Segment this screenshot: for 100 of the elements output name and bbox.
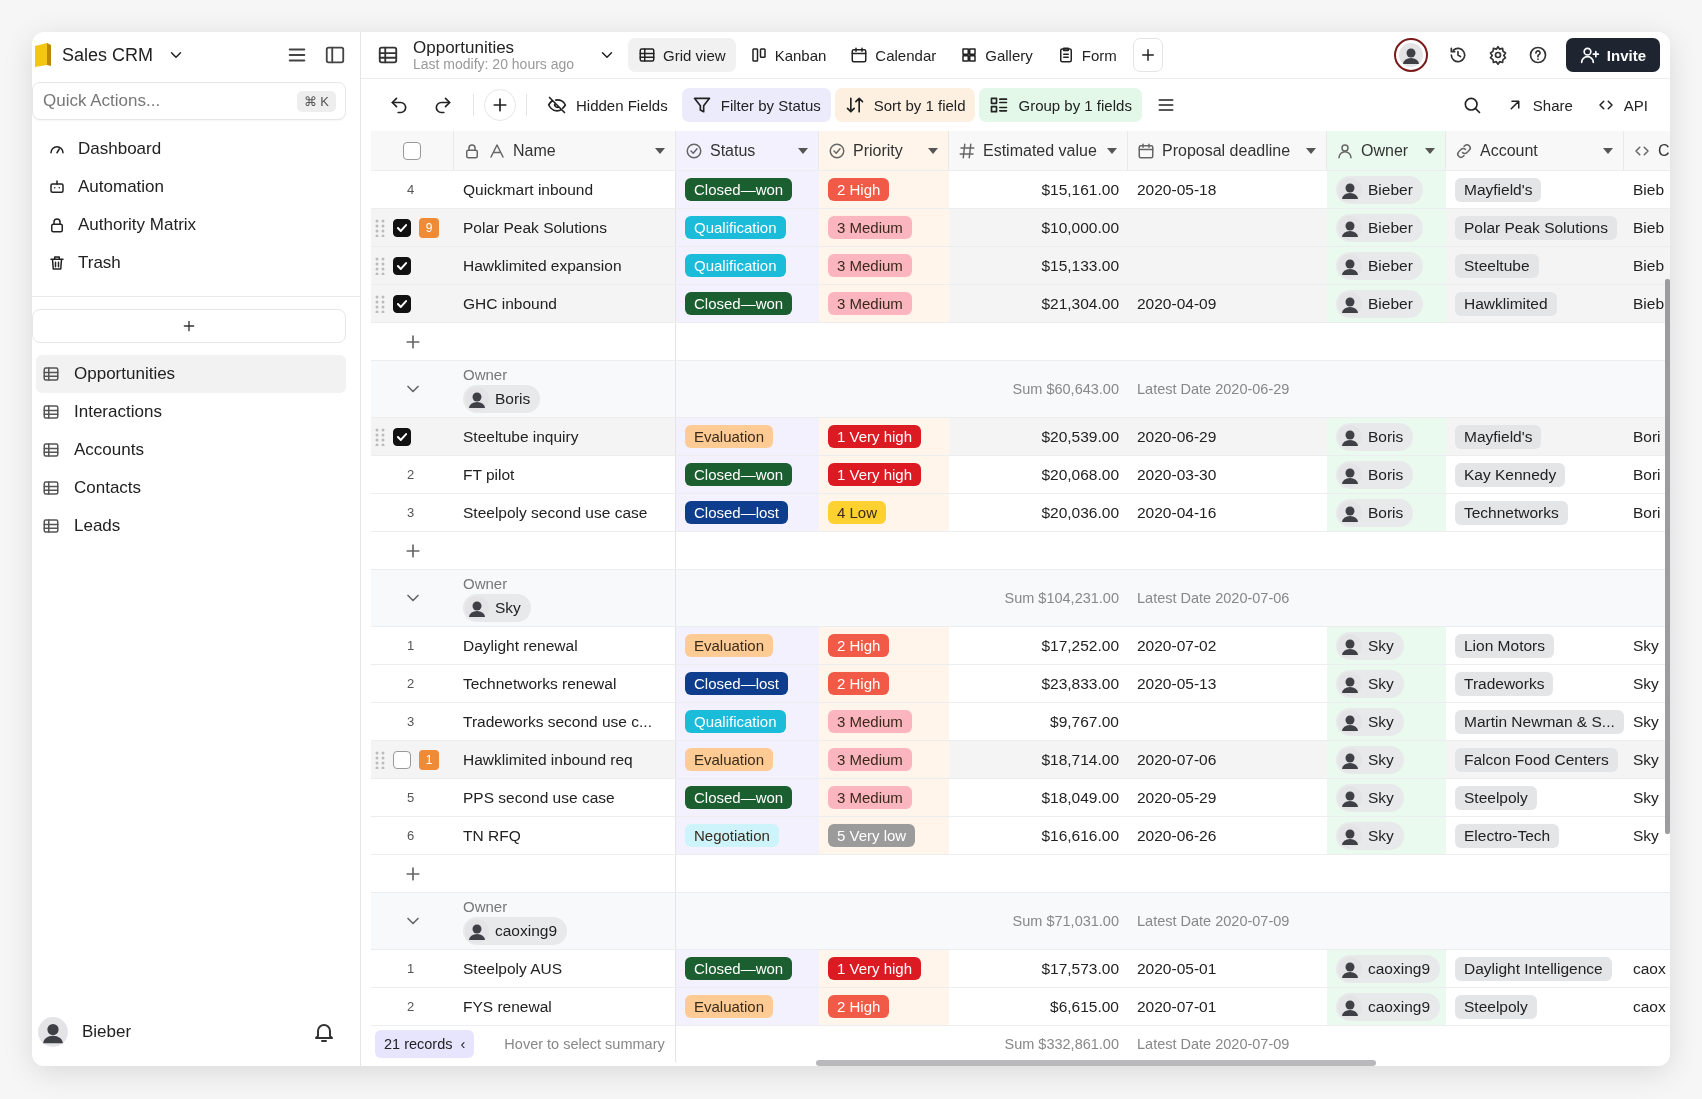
view-tab[interactable]: Grid view: [628, 38, 736, 72]
table-item[interactable]: Interactions: [36, 393, 346, 431]
add-person-icon: [1579, 45, 1600, 65]
name-cell: FT pilot: [463, 465, 515, 484]
status-tag: Qualification: [685, 216, 786, 239]
caret-icon[interactable]: [1424, 146, 1436, 155]
row-number: 2: [406, 467, 415, 482]
status-tag: Closed—won: [685, 463, 793, 486]
row-checkbox[interactable]: [393, 218, 411, 237]
owner-chip: Sky: [1336, 669, 1404, 698]
total-latest-date: Latest Date 2020-07-09: [1137, 1036, 1290, 1052]
grid-icon: [42, 403, 60, 421]
account-tag: Mayfield's: [1455, 424, 1542, 449]
account-tag: Electro-Tech: [1455, 823, 1560, 848]
date-cell: 2020-06-29: [1137, 427, 1217, 446]
caret-icon[interactable]: [927, 146, 939, 155]
owner-chip: Bieber: [1336, 175, 1423, 204]
status-tag: Qualification: [685, 254, 786, 277]
workspace-menu[interactable]: Sales CRM: [32, 42, 190, 68]
text-field-icon: [488, 141, 506, 160]
name-cell: TN RFQ: [463, 826, 521, 845]
column-header[interactable]: Account: [1446, 131, 1624, 170]
column-header[interactable]: Status: [676, 131, 819, 170]
owner-chip: Boris: [1336, 498, 1414, 527]
drag-handle-icon[interactable]: [375, 750, 385, 769]
grid-icon: [42, 365, 60, 383]
user-name: Bieber: [82, 1022, 133, 1042]
value-cell: $21,304.00: [1041, 294, 1119, 313]
group-field-label: Owner: [463, 897, 508, 915]
lock-icon: [48, 216, 66, 234]
group-button[interactable]: Group by 1 fields: [979, 88, 1142, 122]
share-button[interactable]: Share: [1495, 88, 1583, 122]
row-number: 2: [406, 676, 415, 691]
account-tag: Steelpoly: [1455, 785, 1537, 810]
status-tag: Closed—won: [685, 786, 793, 809]
group-field-label: Owner: [463, 574, 508, 592]
caret-icon[interactable]: [1305, 146, 1317, 155]
priority-tag: 2 High: [828, 634, 890, 657]
add-view-button[interactable]: [1132, 38, 1163, 72]
column-header[interactable]: Name: [454, 131, 676, 170]
row-checkbox[interactable]: [393, 750, 411, 769]
column-header[interactable]: Proposal deadline: [1128, 131, 1327, 170]
invite-button[interactable]: Invite: [1565, 38, 1660, 72]
select-all-checkbox[interactable]: [403, 141, 421, 160]
account-tag: Steelpoly: [1455, 994, 1537, 1019]
caret-icon[interactable]: [797, 146, 809, 155]
column-header[interactable]: Estimated value: [949, 131, 1128, 170]
nav-item[interactable]: Dashboard: [40, 130, 360, 168]
view-tab[interactable]: Calendar: [840, 38, 947, 72]
nav-item[interactable]: Trash: [40, 244, 360, 282]
caret-icon[interactable]: [654, 146, 666, 155]
column-header[interactable]: Priority: [819, 131, 949, 170]
group-icon: [989, 95, 1010, 115]
drag-handle-icon[interactable]: [375, 218, 385, 237]
api-button[interactable]: API: [1586, 88, 1658, 122]
group-latest-date: Latest Date 2020-07-09: [1137, 913, 1290, 929]
sort-button[interactable]: Sort by 1 field: [834, 88, 976, 122]
table-cell: Sky: [1633, 674, 1659, 693]
name-cell: FYS renewal: [463, 997, 552, 1016]
drag-handle-icon[interactable]: [375, 294, 385, 313]
view-tab[interactable]: Gallery: [950, 38, 1043, 72]
view-tab[interactable]: Form: [1046, 38, 1127, 72]
value-cell: $15,161.00: [1041, 180, 1119, 199]
row-number: 1: [406, 961, 415, 976]
column-header[interactable]: Owner: [1327, 131, 1446, 170]
row-checkbox[interactable]: [393, 256, 411, 275]
view-tab[interactable]: Kanban: [739, 38, 837, 72]
table-item[interactable]: Opportunities: [36, 355, 346, 393]
calendar-icon: [850, 46, 869, 64]
priority-tag: 4 Low: [828, 501, 887, 524]
caret-icon[interactable]: [1602, 146, 1614, 155]
table-item[interactable]: Leads: [36, 507, 346, 545]
filter-button[interactable]: Filter by Status: [681, 88, 831, 122]
date-cell: 2020-04-16: [1137, 503, 1217, 522]
column-header[interactable]: C: [1624, 131, 1670, 170]
table-item[interactable]: Contacts: [36, 469, 346, 507]
drag-handle-icon[interactable]: [375, 256, 385, 275]
priority-tag: 1 Very high: [828, 463, 922, 486]
priority-tag: 3 Medium: [828, 786, 912, 809]
value-cell: $10,000.00: [1041, 218, 1119, 237]
nav-item[interactable]: Authority Matrix: [40, 206, 360, 244]
row-checkbox[interactable]: [393, 294, 411, 313]
horizontal-scrollbar[interactable]: [816, 1060, 1376, 1066]
account-tag: Steeltube: [1455, 253, 1539, 278]
account-tag: Daylight Intelligence: [1455, 956, 1612, 981]
last-modified-text: Last modify: 20 hours ago: [413, 56, 575, 72]
owner-chip: caoxing9: [1336, 992, 1441, 1021]
vertical-scrollbar[interactable]: [1665, 279, 1670, 834]
table-item[interactable]: Accounts: [36, 431, 346, 469]
grid-icon: [42, 517, 60, 535]
hidden-button[interactable]: Hidden Fields: [537, 88, 678, 122]
nav-item[interactable]: Automation: [40, 168, 360, 206]
user-avatar[interactable]: [1393, 38, 1428, 72]
value-cell: $20,539.00: [1041, 427, 1119, 446]
name-cell: Quickmart inbound: [463, 180, 594, 199]
drag-handle-icon[interactable]: [375, 427, 385, 446]
record-count-button[interactable]: 21 records ‹: [375, 1030, 475, 1058]
caret-icon[interactable]: [1106, 146, 1118, 155]
date-cell: 2020-05-18: [1137, 180, 1217, 199]
row-checkbox[interactable]: [393, 427, 411, 446]
